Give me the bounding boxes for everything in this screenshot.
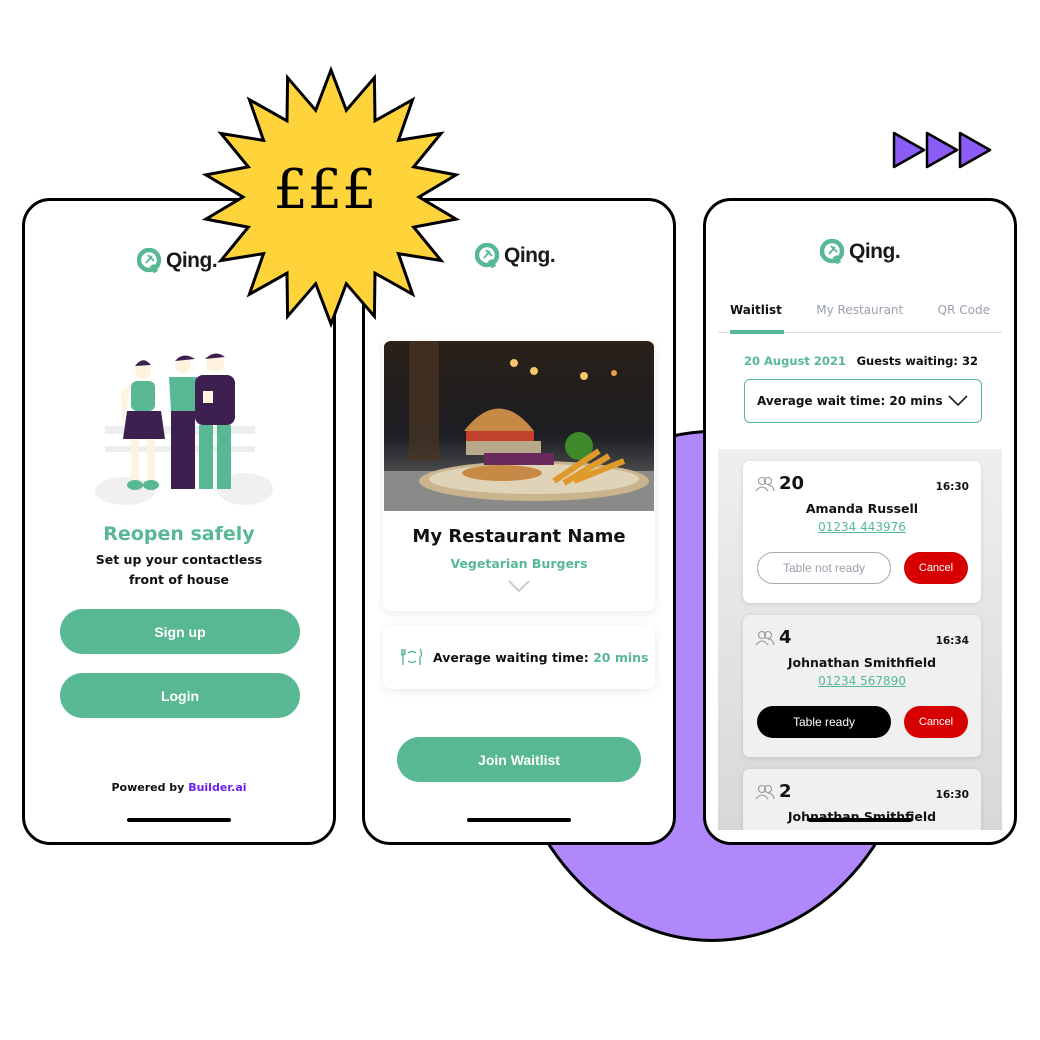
cancel-button[interactable]: Cancel (904, 552, 968, 584)
subtitle-line-1: Set up your contactless (95, 552, 263, 567)
chevron-down-icon[interactable] (507, 579, 531, 593)
guest-phone-link[interactable]: 01234 567890 (743, 674, 981, 688)
home-indicator (808, 818, 912, 822)
home-indicator (467, 818, 571, 822)
wait-label: Average waiting time: (433, 649, 589, 665)
plate-cutlery-icon (401, 648, 423, 665)
qing-logo: Qing. (820, 239, 901, 265)
guests-waiting-count: Guests waiting: 32 (856, 354, 978, 368)
arrival-time: 16:30 (935, 480, 969, 493)
guest-name: Johnathan Smithfield (787, 655, 937, 670)
restaurant-card[interactable]: My Restaurant Name Vegetarian Burgers (383, 341, 655, 611)
arrival-time: 16:30 (935, 788, 969, 801)
chevron-down-icon (948, 395, 968, 407)
tab-my-restaurant[interactable]: My Restaurant (816, 297, 903, 332)
welcome-title: Reopen safely (103, 523, 255, 545)
logo-text: Qing. (504, 244, 556, 267)
subtitle-line-2: front of house (128, 572, 230, 587)
waitlist-queue[interactable]: 20 16:30 Amanda Russell 01234 443976 Tab… (718, 449, 1002, 830)
builder-ai-link[interactable]: Builder.ai (188, 781, 246, 794)
party-size-icon (755, 476, 775, 491)
party-size: 4 (779, 627, 792, 648)
logo-text: Qing. (849, 240, 901, 263)
join-waitlist-button[interactable]: Join Waitlist (397, 737, 641, 782)
party-size-icon (755, 630, 775, 645)
restaurant-cuisine: Vegetarian Burgers (450, 556, 588, 571)
home-indicator (127, 818, 231, 822)
average-wait-card: Average waiting time: 20 mins (383, 625, 655, 689)
tab-bar: Waitlist My Restaurant QR Code (718, 297, 1002, 334)
party-size: 20 (779, 473, 805, 494)
party-size-icon (755, 784, 775, 799)
powered-by-label: Powered by (111, 781, 185, 794)
guest-name: Amanda Russell (805, 501, 919, 516)
price-badge-text: £££ (273, 158, 377, 221)
wait-value: 20 mins (593, 649, 649, 665)
waitlist-date: 20 August 2021 (744, 354, 846, 368)
queue-entry: 4 16:34 Johnathan Smithfield 01234 56789… (743, 615, 981, 757)
average-wait-value: Average wait time: 20 mins (757, 394, 943, 408)
sign-up-button[interactable]: Sign up (60, 609, 300, 654)
waitlist-summary: 20 August 2021 Guests waiting: 32 (744, 354, 978, 368)
qing-logo: Qing. (475, 243, 556, 269)
burger-photo (384, 341, 654, 511)
average-wait-dropdown[interactable]: Average wait time: 20 mins (744, 379, 982, 423)
powered-by-footer: Powered by Builder.ai (25, 781, 333, 794)
welcome-subtitle: Set up your contactless front of house (25, 550, 333, 590)
restaurant-name: My Restaurant Name (412, 526, 626, 547)
tab-waitlist[interactable]: Waitlist (730, 297, 784, 334)
guest-phone-link[interactable]: 01234 443976 (743, 520, 981, 534)
tab-qr-code[interactable]: QR Code (938, 297, 990, 332)
people-illustration (95, 353, 273, 505)
phone-waitlist-screen: Qing. Waitlist My Restaurant QR Code 20 … (703, 198, 1017, 845)
login-button[interactable]: Login (60, 673, 300, 718)
triple-arrow-icon (892, 131, 992, 169)
party-size: 2 (779, 781, 792, 802)
qing-logo-icon (137, 248, 162, 274)
cancel-button[interactable]: Cancel (904, 706, 968, 738)
queue-entry: 20 16:30 Amanda Russell 01234 443976 Tab… (743, 461, 981, 603)
arrival-time: 16:34 (935, 634, 969, 647)
qing-logo-icon (475, 243, 500, 269)
table-ready-button[interactable]: Table ready (757, 706, 891, 738)
qing-logo-icon (820, 239, 845, 265)
table-not-ready-button[interactable]: Table not ready (757, 552, 891, 584)
